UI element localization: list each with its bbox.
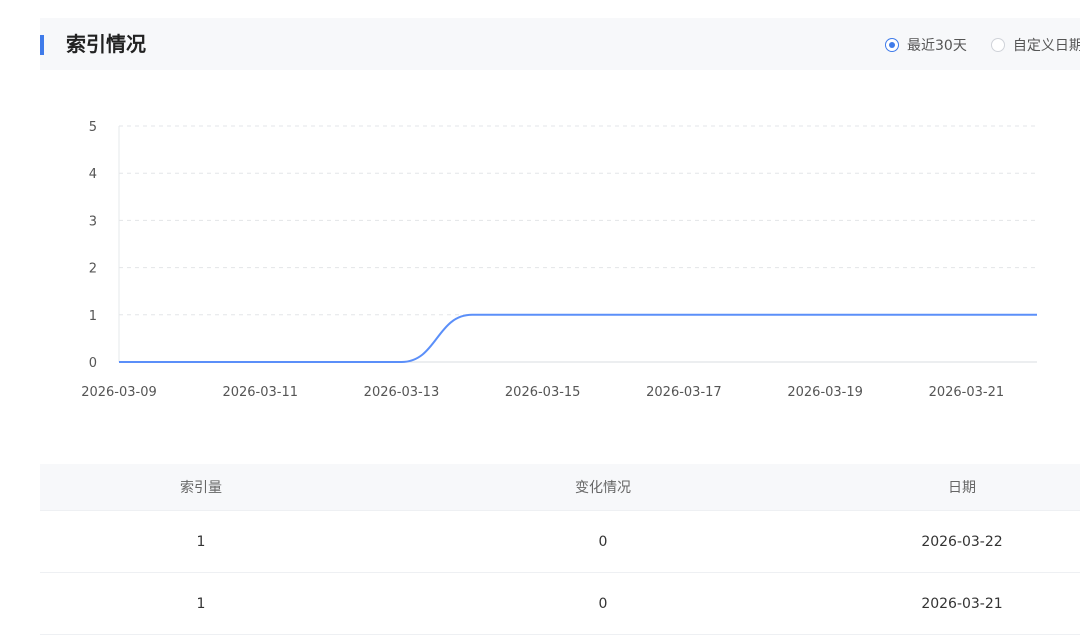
x-tick-label: 2026-03-09 [81,385,157,400]
table-header-row: 索引量 变化情况 日期 [40,464,1080,511]
index-table: 索引量 变化情况 日期 1 0 2026-03-22 1 0 2026-03-2… [40,464,1080,635]
table-row: 1 0 2026-03-22 [40,511,1080,573]
column-header-date: 日期 [948,480,976,496]
series-line [119,313,1037,363]
table-cell-date: 2026-03-22 [921,533,1003,550]
y-tick-label: 0 [89,356,97,371]
table-cell-change: 0 [598,533,608,550]
y-tick-label: 5 [89,120,97,135]
x-tick-label: 2026-03-15 [505,385,581,400]
date-range-radio-group: 最近30天 自定义日期 [885,34,1080,56]
table-cell-index-count: 1 [196,533,206,550]
section-title: 索引情况 [66,32,146,56]
y-tick-label: 2 [89,262,97,277]
y-tick-label: 4 [89,167,97,182]
x-tick-label: 2026-03-17 [646,385,722,400]
y-tick-label: 1 [89,309,97,324]
radio-checked-icon[interactable] [885,38,899,52]
index-line-chart: 0 1 2 3 4 5 2026-03-09 2026-03-11 2026-03-13 2026… [81,120,1037,400]
column-header-index-count: 索引量 [180,480,222,496]
table-row: 1 0 2026-03-21 [40,573,1080,635]
y-tick-label: 3 [89,214,97,229]
x-tick-label: 2026-03-11 [222,385,298,400]
column-header-change: 变化情况 [575,480,631,496]
table-cell-index-count: 1 [196,595,206,612]
x-tick-label: 2026-03-21 [929,385,1005,400]
table-cell-date: 2026-03-21 [921,595,1003,612]
radio-last-30-days[interactable]: 最近30天 [885,35,967,55]
x-tick-label: 2026-03-13 [364,385,440,400]
radio-custom-date[interactable]: 自定义日期 [990,35,1080,55]
title-accent-bar [40,35,44,55]
section-header: 索引情况 最近30天 自定义日期 [40,18,1080,70]
table-cell-change: 0 [598,595,608,612]
radio-unchecked-icon[interactable] [990,38,1005,52]
radio-last-30-days-label[interactable]: 最近30天 [907,35,967,55]
x-tick-label: 2026-03-19 [787,385,863,400]
radio-custom-date-label[interactable]: 自定义日期 [1013,35,1080,55]
